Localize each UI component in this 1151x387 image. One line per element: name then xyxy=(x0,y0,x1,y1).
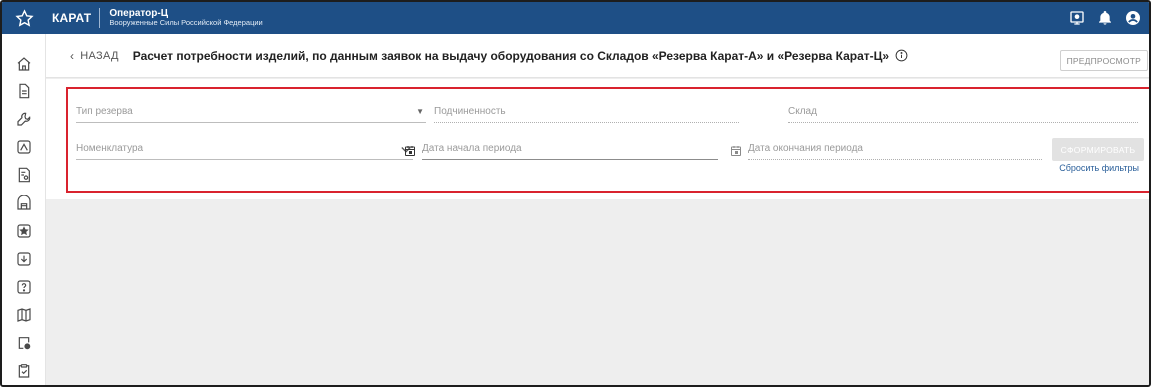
date-start-placeholder: Дата начала периода xyxy=(422,143,522,154)
sidebar-item-calculations[interactable] xyxy=(15,166,33,184)
reserve-type-select[interactable]: Тип резерва ▼ xyxy=(76,101,426,123)
monitor-button[interactable] xyxy=(1069,10,1085,26)
home-icon xyxy=(17,57,31,71)
sidebar-item-tasks[interactable] xyxy=(15,362,33,380)
bell-icon xyxy=(1099,11,1111,25)
reset-filters-link[interactable]: Сбросить фильтры xyxy=(1059,163,1139,173)
organization-subtitle: Вооруженные Силы Российской Федерации xyxy=(109,18,263,28)
star-badge-icon xyxy=(17,224,31,238)
download-icon xyxy=(17,252,31,266)
header-actions xyxy=(1069,10,1149,26)
sidebar-item-home[interactable] xyxy=(15,55,33,73)
sidebar-item-documents[interactable] xyxy=(15,82,33,100)
user-menu-button[interactable] xyxy=(1125,10,1141,26)
caret-down-icon: ▼ xyxy=(416,107,424,116)
top-header: КАРАТ Оператор-Ц Вооруженные Силы Россий… xyxy=(2,2,1149,34)
sidebar-item-warehouse[interactable] xyxy=(15,194,33,212)
sidebar-item-import[interactable] xyxy=(15,250,33,268)
monitor-icon xyxy=(1070,11,1084,25)
brand-divider xyxy=(99,8,101,28)
date-start-field[interactable]: Дата начала периода xyxy=(422,138,718,160)
calendar-end-icon[interactable] xyxy=(730,145,742,157)
page-title: Расчет потребности изделий, по данным за… xyxy=(132,48,890,63)
calendar-icon[interactable] xyxy=(404,145,416,157)
filters-panel: Тип резерва ▼ Подчиненность Склад Номенк… xyxy=(46,79,1149,199)
chevron-left-icon: ‹ xyxy=(70,48,75,63)
sidebar-item-settings[interactable] xyxy=(15,334,33,352)
info-icon xyxy=(895,49,908,62)
document-icon xyxy=(19,83,30,99)
sidebar-item-map[interactable] xyxy=(15,138,33,156)
date-end-placeholder: Дата окончания периода xyxy=(748,143,863,154)
sidebar xyxy=(2,34,46,385)
favorites-button[interactable] xyxy=(2,2,46,34)
warehouse-icon xyxy=(17,195,31,210)
main-content: ‹ НАЗАД Расчет потребности изделий, по д… xyxy=(46,34,1149,385)
warehouse-placeholder: Склад xyxy=(788,106,817,117)
nomenclature-placeholder: Номенклатура xyxy=(76,143,144,154)
sidebar-item-library[interactable] xyxy=(15,306,33,324)
sidebar-item-favorites[interactable] xyxy=(15,222,33,240)
info-button[interactable] xyxy=(895,49,908,62)
generate-button[interactable]: СФОРМИРОВАТЬ xyxy=(1052,138,1144,161)
help-icon xyxy=(17,280,31,294)
subordination-placeholder: Подчиненность xyxy=(434,106,506,117)
sidebar-item-help[interactable] xyxy=(15,278,33,296)
notifications-button[interactable] xyxy=(1097,10,1113,26)
warehouse-field[interactable]: Склад xyxy=(788,101,1138,123)
preview-button[interactable]: ПРЕДПРОСМОТР xyxy=(1059,50,1148,71)
sidebar-item-tools[interactable] xyxy=(15,110,33,128)
user-icon xyxy=(1126,11,1140,25)
page-header: ‹ НАЗАД Расчет потребности изделий, по д… xyxy=(46,34,1149,78)
nomenclature-select[interactable]: Номенклатура xyxy=(76,138,413,160)
back-button[interactable]: ‹ НАЗАД xyxy=(46,49,119,63)
book-icon xyxy=(17,308,31,322)
wrench-icon xyxy=(17,112,31,126)
app-window: КАРАТ Оператор-Ц Вооруженные Силы Россий… xyxy=(0,0,1151,387)
reserve-type-placeholder: Тип резерва xyxy=(76,106,133,117)
back-label: НАЗАД xyxy=(80,49,119,62)
organization-block: Оператор-Ц Вооруженные Силы Российской Ф… xyxy=(109,8,263,28)
settings-doc-icon xyxy=(18,337,31,350)
map-icon xyxy=(17,140,31,154)
clipboard-icon xyxy=(18,364,30,378)
star-icon xyxy=(14,8,34,27)
date-end-field[interactable]: Дата окончания периода xyxy=(748,138,1042,160)
subordination-field[interactable]: Подчиненность xyxy=(434,101,739,123)
brand-name: КАРАТ xyxy=(52,11,92,25)
calculator-icon xyxy=(18,167,30,183)
